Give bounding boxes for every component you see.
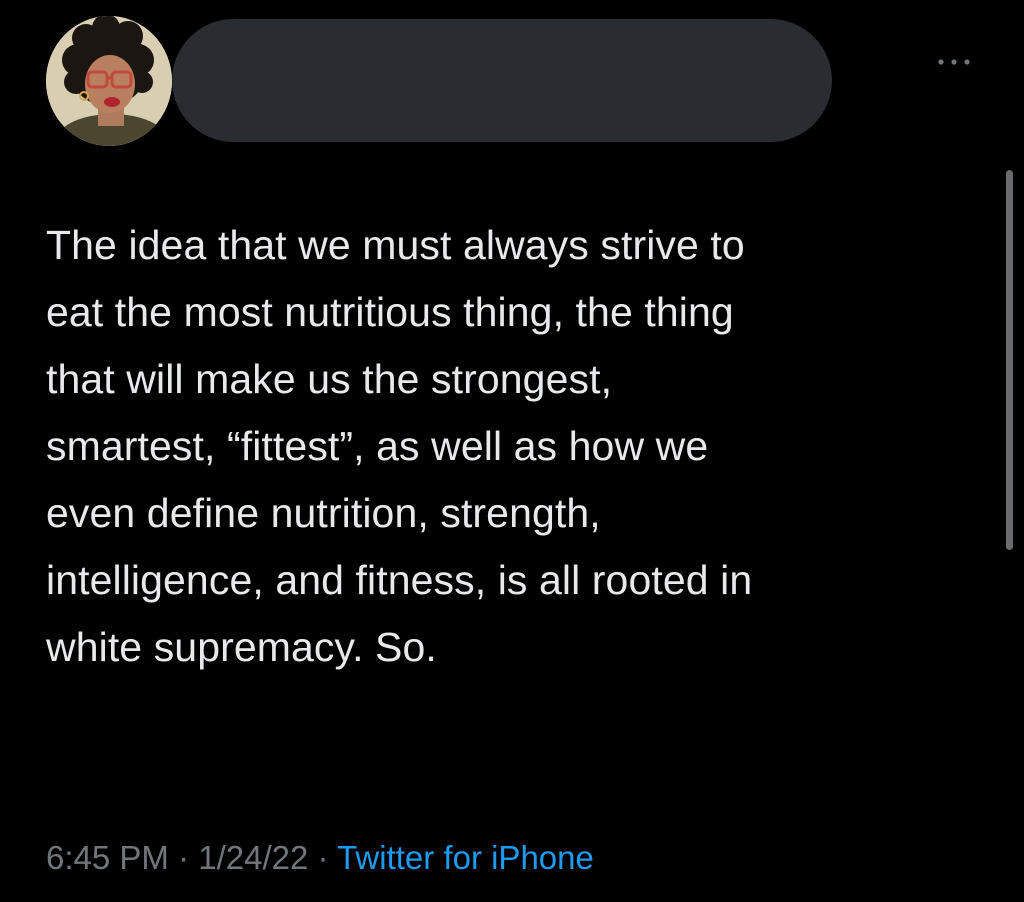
scrollbar[interactable] (1006, 170, 1013, 550)
more-horizontal-icon (938, 59, 970, 65)
more-button[interactable] (930, 50, 978, 74)
tweet-text-line: white supremacy. So. (46, 624, 437, 670)
tweet-text-line: intelligence, and fitness, is all rooted… (46, 557, 753, 603)
meta-separator: · (308, 839, 338, 876)
tweet-text-line: eat the most nutritious thing, the thing (46, 289, 734, 335)
tweet: The idea that we must always strive to e… (0, 0, 1024, 902)
tweet-metadata: 6:45 PM · 1/24/22 · Twitter for iPhone (46, 838, 594, 878)
tweet-date[interactable]: 1/24/22 (198, 839, 308, 876)
tweet-source-link[interactable]: Twitter for iPhone (337, 839, 594, 876)
tweet-text-line: The idea that we must always strive to (46, 222, 745, 268)
tweet-text-line: smartest, “fittest”, as well as how we (46, 423, 709, 469)
tweet-text-line: that will make us the strongest, (46, 356, 613, 402)
tweet-text: The idea that we must always strive to e… (46, 212, 981, 681)
tweet-text-line: even define nutrition, strength, (46, 490, 601, 536)
tweet-time[interactable]: 6:45 PM (46, 839, 169, 876)
meta-separator: · (168, 839, 199, 876)
avatar[interactable] (46, 16, 172, 146)
redacted-user-name (172, 19, 832, 142)
avatar-image (46, 16, 172, 146)
